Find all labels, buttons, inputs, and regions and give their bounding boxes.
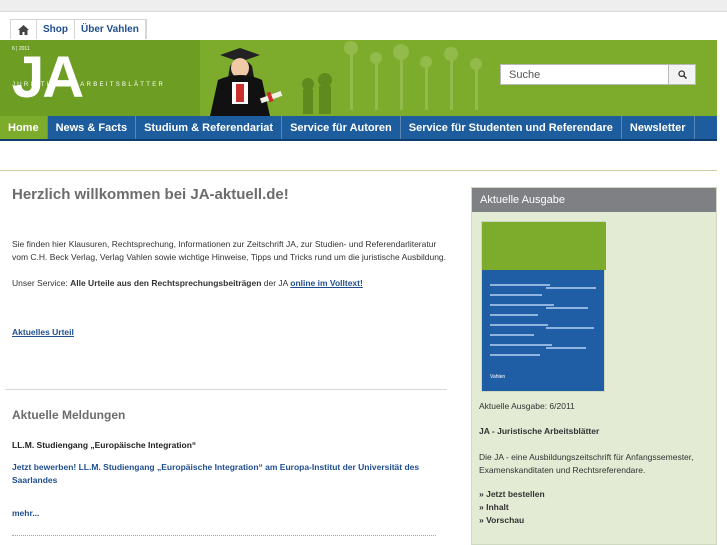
section-divider bbox=[5, 389, 447, 390]
sidebar-description: Die JA - eine Ausbildungszeitschrift für… bbox=[479, 452, 694, 475]
service-bold: Alle Urteile aus den Rechtsprechungsbeit… bbox=[70, 278, 262, 288]
dotted-divider bbox=[12, 535, 436, 536]
ja-logo[interactable]: 6 | 2011 JA JURISTISCHE ARBEITSBLÄTTER bbox=[0, 40, 200, 116]
nav-service-autoren[interactable]: Service für Autoren bbox=[282, 116, 401, 139]
volltext-link[interactable]: online im Volltext! bbox=[290, 278, 363, 288]
divider bbox=[0, 170, 717, 171]
sidebar-journal: JA - Juristische Arbeitsblätter bbox=[479, 426, 600, 436]
issue-cover-image[interactable]: Vahlen bbox=[481, 221, 606, 392]
search-input[interactable] bbox=[500, 64, 668, 85]
search-button[interactable] bbox=[668, 64, 696, 85]
order-link[interactable]: » Jetzt bestellen bbox=[479, 488, 545, 501]
nav-news-facts[interactable]: News & Facts bbox=[48, 116, 137, 139]
intro-text: Sie finden hier Klausuren, Rechtsprechun… bbox=[12, 239, 447, 262]
nav-newsletter[interactable]: Newsletter bbox=[622, 116, 695, 139]
service-mid: der JA bbox=[261, 278, 291, 288]
sidebar-current-issue: Aktuelle Ausgabe Vahlen Aktuelle Ausgabe… bbox=[471, 187, 717, 545]
about-vahlen-link[interactable]: Über Vahlen bbox=[75, 20, 146, 39]
search-icon bbox=[677, 70, 687, 79]
news-item-link[interactable]: Jetzt bewerben! LL.M. Studiengang „Europ… bbox=[12, 461, 436, 487]
header-banner: 6 | 2011 JA JURISTISCHE ARBEITSBLÄTTER bbox=[0, 40, 717, 116]
more-link[interactable]: mehr... bbox=[12, 507, 436, 520]
search-form bbox=[500, 64, 696, 85]
nav-home[interactable]: Home bbox=[0, 116, 48, 139]
page-title: Herzlich willkommen bei JA-aktuell.de! bbox=[12, 186, 289, 203]
logo-ja: JA bbox=[12, 45, 84, 110]
logo-tagline: JURISTISCHE ARBEITSBLÄTTER bbox=[12, 82, 166, 88]
current-ruling-link[interactable]: Aktuelles Urteil bbox=[12, 327, 74, 337]
utility-nav: Shop Über Vahlen bbox=[10, 19, 147, 39]
nav-service-studenten[interactable]: Service für Studenten und Referendare bbox=[401, 116, 622, 139]
content-link[interactable]: » Inhalt bbox=[479, 501, 509, 514]
browser-top-strip bbox=[0, 0, 727, 12]
cover-publisher: Vahlen bbox=[490, 374, 506, 380]
main-content: Herzlich willkommen bei JA-aktuell.de! S… bbox=[12, 186, 448, 339]
sidebar-issue-line: Aktuelle Ausgabe: 6/2011 bbox=[479, 401, 575, 411]
news-item-title: LL.M. Studiengang „Europäische Integrati… bbox=[12, 440, 197, 450]
main-nav: Home News & Facts Studium & Referendaria… bbox=[0, 116, 717, 141]
service-prefix: Unser Service: bbox=[12, 278, 71, 288]
preview-link[interactable]: » Vorschau bbox=[479, 514, 524, 527]
home-icon[interactable] bbox=[11, 20, 37, 39]
news-title: Aktuelle Meldungen bbox=[12, 408, 126, 422]
graduation-illustration bbox=[210, 41, 482, 116]
news-section: Aktuelle Meldungen LL.M. Studiengang „Eu… bbox=[12, 408, 436, 520]
nav-studium-referendariat[interactable]: Studium & Referendariat bbox=[136, 116, 283, 139]
sidebar-head: Aktuelle Ausgabe bbox=[472, 188, 716, 212]
shop-link[interactable]: Shop bbox=[37, 20, 75, 39]
service-text: Unser Service: Alle Urteile aus den Rech… bbox=[12, 277, 448, 290]
cover-lines bbox=[490, 284, 596, 356]
